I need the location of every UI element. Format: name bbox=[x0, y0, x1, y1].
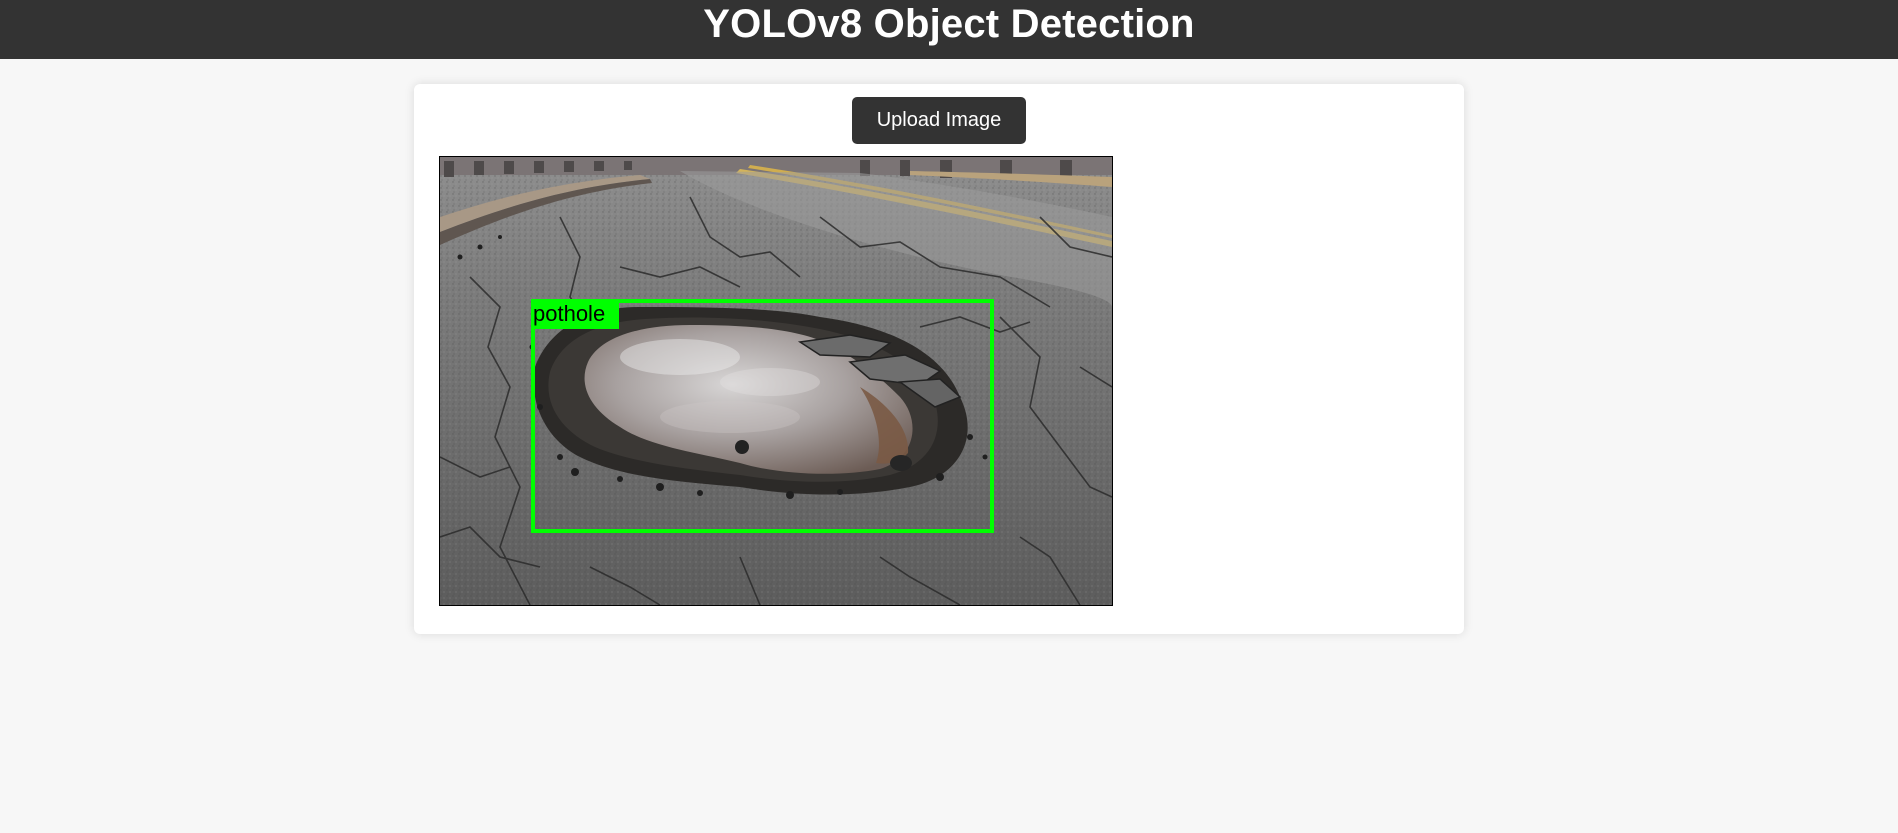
detection-label: pothole bbox=[531, 299, 620, 329]
detection-box bbox=[531, 299, 994, 533]
app-header: YOLOv8 Object Detection bbox=[0, 0, 1898, 59]
page-title: YOLOv8 Object Detection bbox=[703, 1, 1195, 46]
main-card: Upload Image pothole bbox=[414, 84, 1464, 634]
result-canvas: pothole bbox=[439, 156, 1113, 606]
upload-image-button[interactable]: Upload Image bbox=[852, 97, 1026, 144]
